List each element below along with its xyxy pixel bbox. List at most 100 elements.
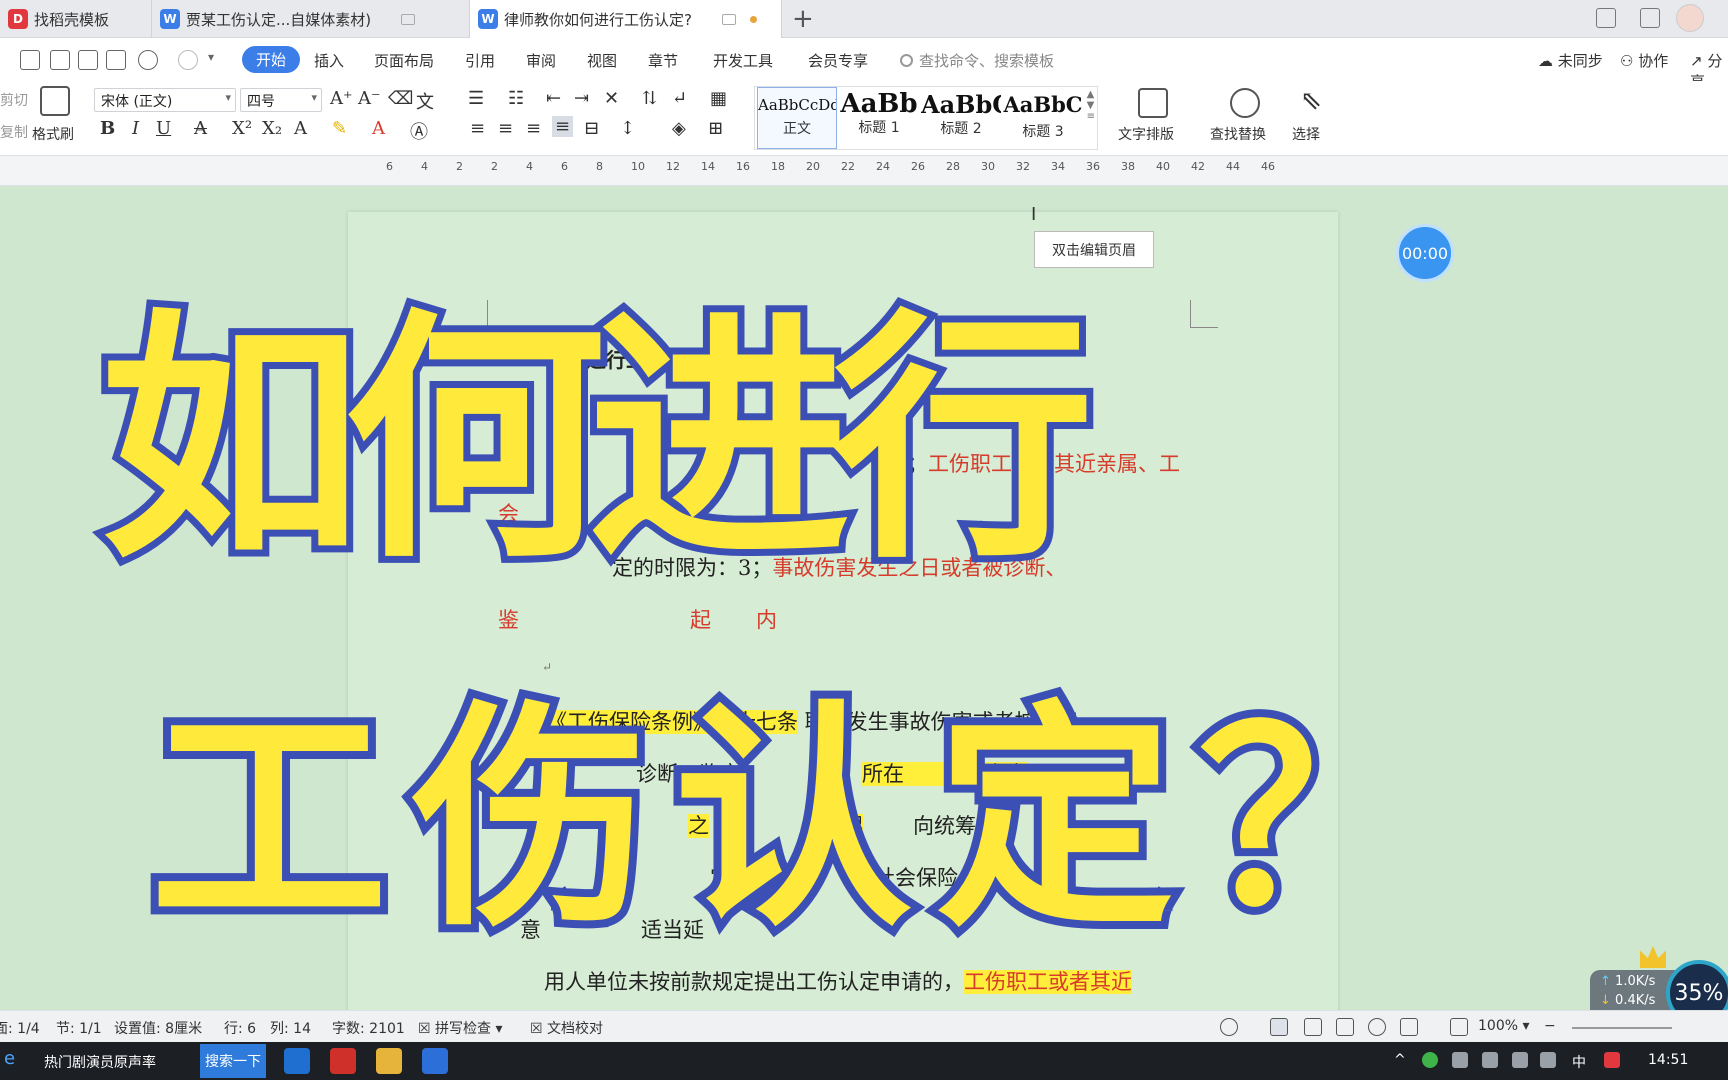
- wifi-icon[interactable]: [1482, 1052, 1498, 1068]
- zoom-out-icon[interactable]: −: [1544, 1018, 1556, 1034]
- grid-apps-icon[interactable]: [1640, 8, 1660, 28]
- file-explorer-icon[interactable]: [376, 1048, 402, 1074]
- tab-document-1[interactable]: W 贾某工伤认定...自媒体素材): [152, 0, 470, 38]
- menu-developer[interactable]: 开发工具: [713, 50, 773, 71]
- fit-page-icon[interactable]: [1450, 1018, 1468, 1036]
- style-normal[interactable]: AaBbCcDd 正文: [757, 87, 837, 149]
- subscript-icon[interactable]: X₂: [262, 118, 282, 139]
- clear-format-icon[interactable]: ⌫: [388, 88, 413, 109]
- align-right-icon[interactable]: ≡: [526, 118, 541, 139]
- search-button[interactable]: 搜索一下: [200, 1044, 266, 1078]
- sync-status[interactable]: ☁ 未同步: [1538, 50, 1603, 71]
- recording-timer[interactable]: 00:00: [1396, 224, 1454, 282]
- eye-protection-icon[interactable]: [1220, 1018, 1238, 1036]
- table-tools-icon[interactable]: ▦: [710, 88, 727, 109]
- status-page[interactable]: 页面: 1/4: [0, 1018, 40, 1038]
- format-painter-icon[interactable]: [40, 86, 70, 116]
- microphone-icon[interactable]: [1512, 1052, 1528, 1068]
- cut-button[interactable]: 剪切: [0, 90, 28, 110]
- justify-icon[interactable]: ≡: [552, 116, 574, 137]
- doc-line[interactable]: 鉴: [498, 604, 519, 634]
- show-marks-icon[interactable]: ↵: [672, 88, 687, 109]
- style-scroll-icon[interactable]: ▲ ▼ ≡: [1087, 89, 1095, 122]
- style-heading-2[interactable]: AaBbC 标题 2: [921, 87, 1001, 149]
- text-layout-label[interactable]: 文字排版: [1118, 124, 1174, 144]
- style-heading-1[interactable]: AaBb 标题 1: [839, 87, 919, 149]
- doc-line[interactable]: 用人单位未按前款规定提出工伤认定申请的，工伤职工或者其近: [544, 966, 1132, 996]
- underline-icon[interactable]: U: [156, 118, 171, 139]
- strikethrough-icon[interactable]: A: [194, 118, 207, 139]
- hot-search-text[interactable]: 热门剧演员原声率: [44, 1052, 156, 1072]
- borders-icon[interactable]: ⊞: [708, 118, 723, 139]
- bold-icon[interactable]: B: [100, 118, 115, 139]
- menu-page-layout[interactable]: 页面布局: [374, 50, 434, 71]
- align-left-icon[interactable]: ≡: [470, 118, 485, 139]
- style-heading-3[interactable]: AaBbC 标题 3: [1003, 87, 1083, 149]
- web-view-icon[interactable]: [1368, 1018, 1386, 1036]
- collaborate-button[interactable]: ⚇ 协作: [1620, 50, 1668, 71]
- zoom-slider[interactable]: [1572, 1027, 1672, 1029]
- font-color-icon[interactable]: A: [372, 118, 385, 139]
- shading-icon[interactable]: ◈: [672, 118, 686, 139]
- clock[interactable]: 14:51: [1648, 1052, 1688, 1068]
- increase-indent-icon[interactable]: ⇥: [574, 88, 589, 109]
- menu-references[interactable]: 引用: [465, 50, 495, 71]
- spell-check-button[interactable]: ☒ 拼写检查 ▾: [418, 1018, 503, 1038]
- doc-line[interactable]: 起: [690, 604, 711, 634]
- edge-icon[interactable]: [284, 1048, 310, 1074]
- menu-section[interactable]: 章节: [648, 50, 678, 71]
- ie-icon[interactable]: e: [4, 1048, 15, 1069]
- tray-app-icon[interactable]: [1422, 1052, 1438, 1068]
- phonetic-guide-icon[interactable]: 文: [416, 88, 434, 114]
- proofread-button[interactable]: ☒ 文档校对: [530, 1018, 603, 1038]
- ime-indicator[interactable]: 中: [1572, 1052, 1586, 1072]
- bullet-list-icon[interactable]: ☰: [468, 88, 484, 109]
- distribute-icon[interactable]: ⊟: [584, 118, 599, 139]
- sort-icon[interactable]: ⇅: [642, 88, 657, 109]
- video-player-icon[interactable]: [422, 1048, 448, 1074]
- copy-button[interactable]: 复制: [0, 122, 28, 142]
- write-view-icon[interactable]: [1400, 1018, 1418, 1036]
- menu-insert[interactable]: 插入: [314, 50, 344, 71]
- select-cursor-icon[interactable]: ⇖: [1300, 86, 1322, 116]
- tray-chevron-icon[interactable]: ^: [1394, 1052, 1406, 1068]
- battery-icon[interactable]: [1452, 1052, 1468, 1068]
- find-replace-icon[interactable]: [1230, 88, 1260, 118]
- doc-line[interactable]: 内: [756, 604, 777, 634]
- print-preview-icon[interactable]: [106, 50, 126, 70]
- page-view-icon[interactable]: [1270, 1018, 1288, 1036]
- decrease-indent-icon[interactable]: ⇤: [546, 88, 561, 109]
- command-search[interactable]: 查找命令、搜索模板: [900, 50, 1054, 71]
- redo-icon[interactable]: [178, 50, 198, 70]
- font-name-select[interactable]: 宋体 (正文): [94, 88, 236, 112]
- find-replace-label[interactable]: 查找替换: [1210, 124, 1266, 144]
- char-border-icon[interactable]: Ⓐ: [410, 118, 428, 144]
- wps-icon[interactable]: [330, 1048, 356, 1074]
- italic-icon[interactable]: I: [132, 118, 139, 139]
- menu-view[interactable]: 视图: [587, 50, 617, 71]
- highlight-icon[interactable]: ✎: [332, 118, 347, 139]
- text-effect-icon[interactable]: A: [294, 118, 307, 139]
- line-spacing-icon[interactable]: ↕: [620, 118, 635, 139]
- chinese-layout-icon[interactable]: ✕: [604, 88, 619, 109]
- font-size-select[interactable]: 四号: [240, 88, 322, 112]
- numbered-list-icon[interactable]: ☷: [508, 88, 524, 109]
- menu-home[interactable]: 开始: [242, 46, 301, 73]
- reading-view-icon[interactable]: [1336, 1018, 1354, 1036]
- outline-view-icon[interactable]: [1304, 1018, 1322, 1036]
- shrink-font-icon[interactable]: A⁻: [358, 88, 381, 109]
- menu-review[interactable]: 审阅: [526, 50, 556, 71]
- save-icon[interactable]: [20, 50, 40, 70]
- sogou-ime-icon[interactable]: [1604, 1052, 1620, 1068]
- select-label[interactable]: 选择: [1292, 124, 1320, 144]
- text-layout-icon[interactable]: [1138, 88, 1168, 118]
- chevron-down-icon[interactable]: ▾: [208, 50, 228, 70]
- grow-font-icon[interactable]: A⁺: [330, 88, 353, 109]
- avatar[interactable]: [1676, 4, 1704, 32]
- align-center-icon[interactable]: ≡: [498, 118, 513, 139]
- volume-icon[interactable]: [1540, 1052, 1556, 1068]
- new-tab-plus-icon[interactable]: +: [792, 4, 814, 34]
- format-painter-label[interactable]: 格式刷: [32, 124, 74, 144]
- export-pdf-icon[interactable]: [50, 50, 70, 70]
- horizontal-ruler[interactable]: 6 4 2 2 4 6 8 10 12 14 16 18 20 22 24 26 28 30 32 34 36 38 40 4…: [0, 156, 1728, 186]
